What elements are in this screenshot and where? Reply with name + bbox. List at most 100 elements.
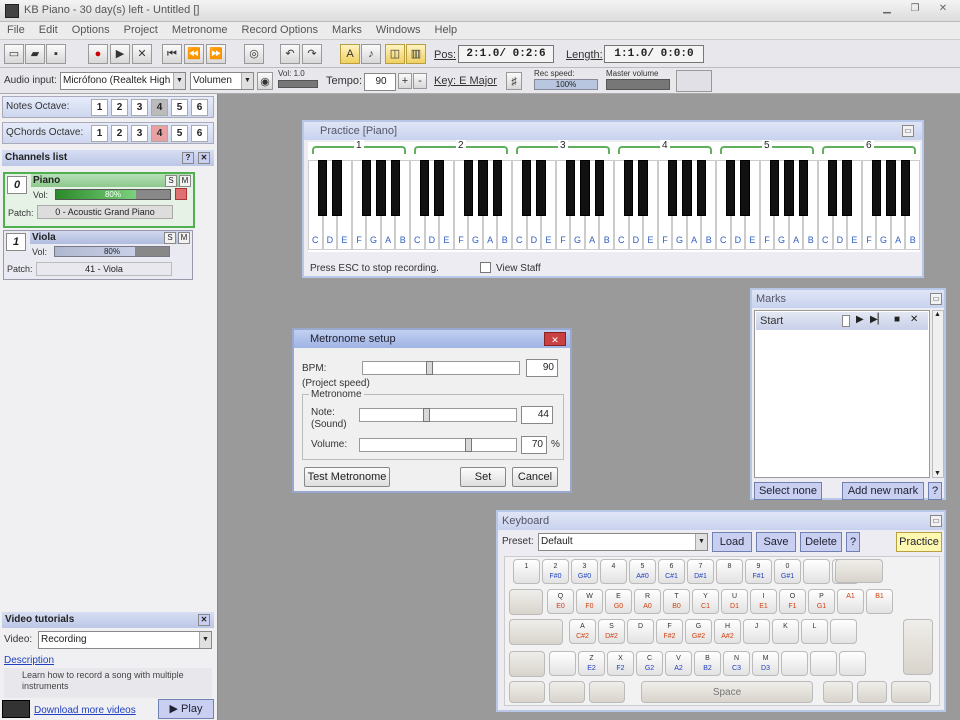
keyboard-key[interactable]: T B0 [663,589,690,614]
piano-black-key[interactable] [594,160,605,216]
keyboard-key[interactable]: 2 F#0 [542,559,569,584]
keyboard-key[interactable] [830,619,857,644]
add-new-mark-button[interactable]: Add new mark [842,482,924,500]
chord-icon[interactable]: ♪ [361,44,381,64]
volume-slider[interactable]: 80% [55,189,171,200]
redo-icon[interactable]: ↷ [302,44,322,64]
qchords-octave-4[interactable]: 4 [151,125,168,142]
keyboard-key[interactable]: 0 G#1 [774,559,801,584]
menu-edit[interactable]: Edit [32,22,65,38]
keyboard-key[interactable]: X F2 [607,651,634,676]
keyboard-key[interactable]: 4 [600,559,627,584]
keyboard-key[interactable]: B1 [866,589,893,614]
load-preset-button[interactable]: Load [712,532,752,552]
modifier-key[interactable] [823,681,853,703]
restore-icon[interactable]: ▭ [902,125,914,137]
menu-record-options[interactable]: Record Options [235,22,325,38]
keyboard-key[interactable]: E G0 [605,589,632,614]
modifier-key[interactable] [857,681,887,703]
keyboard-key[interactable]: P G1 [808,589,835,614]
piano-black-key[interactable] [492,160,503,216]
piano-black-key[interactable] [317,160,328,216]
menu-options[interactable]: Options [65,22,117,38]
keyboard-key[interactable]: 8 [716,559,743,584]
keyboard-key[interactable]: 1 [513,559,540,584]
qchords-octave-2[interactable]: 2 [111,125,128,142]
piano-black-key[interactable] [842,160,852,216]
keyboard-key[interactable]: 5 A#0 [629,559,656,584]
save-mark-icon[interactable]: ■ [894,314,900,325]
keyboard-key[interactable]: M D3 [752,651,779,676]
menu-marks[interactable]: Marks [325,22,369,38]
slider-thumb[interactable] [426,361,433,375]
modifier-key[interactable] [509,681,545,703]
keyboard-key[interactable]: J [743,619,770,644]
keyboard-key[interactable] [549,651,576,676]
piano-black-key[interactable] [740,160,750,216]
solo-button[interactable]: S [164,232,176,244]
close-icon[interactable]: ✕ [544,332,566,346]
keyboard-key[interactable]: A C#2 [569,619,596,644]
menu-metronome[interactable]: Metronome [165,22,235,38]
master-volume-slider[interactable] [606,79,670,90]
audio-input-select[interactable]: Micrófono (Realtek High ▼ [60,72,186,90]
volume-select[interactable]: Volumen ▼ [190,72,254,90]
piano-black-key[interactable] [565,160,575,216]
split-view-icon[interactable]: ◫ [385,44,405,64]
save-preset-button[interactable]: Save [756,532,796,552]
tempo-increase-button[interactable]: + [398,73,412,89]
piano-black-key[interactable] [871,160,881,216]
modifier-key[interactable] [509,589,543,615]
keyboard-key[interactable]: V A2 [665,651,692,676]
keyboard-key[interactable] [810,651,837,676]
test-metronome-button[interactable]: Test Metronome [304,467,390,487]
metronome-icon[interactable]: ◎ [244,44,264,64]
delete-mark-icon[interactable]: ✕ [910,314,918,325]
menu-project[interactable]: Project [117,22,165,38]
keyboard-key[interactable]: D [627,619,654,644]
fast-forward-icon[interactable]: ⏩ [206,44,226,64]
qchords-octave-5[interactable]: 5 [171,125,188,142]
keyboard-key[interactable]: R A0 [634,589,661,614]
modifier-key[interactable] [903,619,933,675]
tempo-input[interactable]: 90 [364,73,396,91]
piano-keyboard[interactable]: 123456CDEFGABCDEFGABCDEFGABCDEFGABCDEFGA… [308,140,920,252]
piano-black-key[interactable] [521,160,532,216]
piano-black-key[interactable] [886,160,896,216]
qchords-octave-6[interactable]: 6 [191,125,208,142]
piano-black-key[interactable] [900,160,911,216]
piano-black-key[interactable] [682,160,692,216]
restore-button[interactable]: ❐ [904,3,926,19]
piano-black-key[interactable] [332,160,342,216]
marks-list[interactable]: Start ▶ ▶▏ ■ ✕ [754,310,930,478]
volume-slider[interactable] [359,438,517,452]
modifier-key[interactable] [835,559,883,583]
help-icon[interactable]: ? [182,152,194,164]
close-window-button[interactable]: ✕ [932,3,954,19]
notes-octave-4[interactable]: 4 [151,99,168,116]
view-staff-checkbox[interactable] [480,262,491,273]
scroll-down-icon[interactable]: ▼ [934,470,941,477]
channel-viola[interactable]: 1 Viola S M Vol: 80% Patch: 41 - Viola [3,230,193,280]
qchords-octave-3[interactable]: 3 [131,125,148,142]
keyboard-key[interactable]: I E1 [750,589,777,614]
video-select[interactable]: Recording ▼ [38,631,212,649]
open-folder-icon[interactable]: ▰ [25,44,45,64]
tempo-decrease-button[interactable]: - [413,73,427,89]
slider-thumb[interactable] [465,438,472,452]
key-settings-icon[interactable]: ♯ [506,72,522,90]
modifier-key[interactable] [509,619,563,645]
marks-help-button[interactable]: ? [928,482,942,500]
text-mode-icon[interactable]: A [340,44,360,64]
keyboard-key[interactable]: F F#2 [656,619,683,644]
play-video-button[interactable]: ▶ Play [158,699,214,719]
piano-black-key[interactable] [769,160,779,216]
keyboard-key[interactable]: K [772,619,799,644]
rewind-icon[interactable]: ⏪ [184,44,204,64]
keyboard-help-button[interactable]: ? [846,532,860,552]
keyboard-key[interactable]: 7 D#1 [687,559,714,584]
notes-octave-2[interactable]: 2 [111,99,128,116]
keyboard-key[interactable]: A1 [837,589,864,614]
piano-black-key[interactable] [361,160,371,216]
delete-preset-button[interactable]: Delete [800,532,842,552]
